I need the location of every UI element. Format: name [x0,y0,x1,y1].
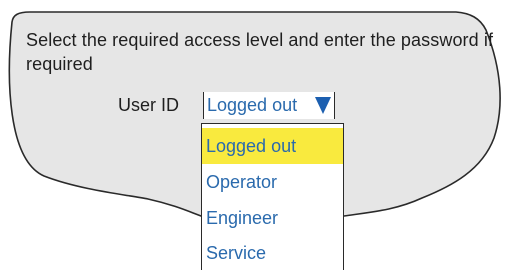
instruction-text: Select the required access level and ent… [26,30,494,74]
dropdown-option-service[interactable]: Service [202,235,343,271]
dropdown-option-operator[interactable]: Operator [202,164,343,200]
option-label: Operator [206,172,278,192]
user-id-label: User ID [118,95,180,115]
dropdown-option-logged-out[interactable]: Logged out [202,128,343,164]
option-label: Service [206,243,267,263]
user-id-dropdown-list: Logged out Operator Engineer Service [201,123,344,270]
dropdown-option-engineer[interactable]: Engineer [202,200,343,236]
option-label: Logged out [206,136,297,156]
user-id-select[interactable]: Logged out [203,92,335,119]
triangle-down-icon [315,97,331,114]
user-id-selected-value: Logged out [207,95,298,115]
option-label: Engineer [206,208,279,228]
